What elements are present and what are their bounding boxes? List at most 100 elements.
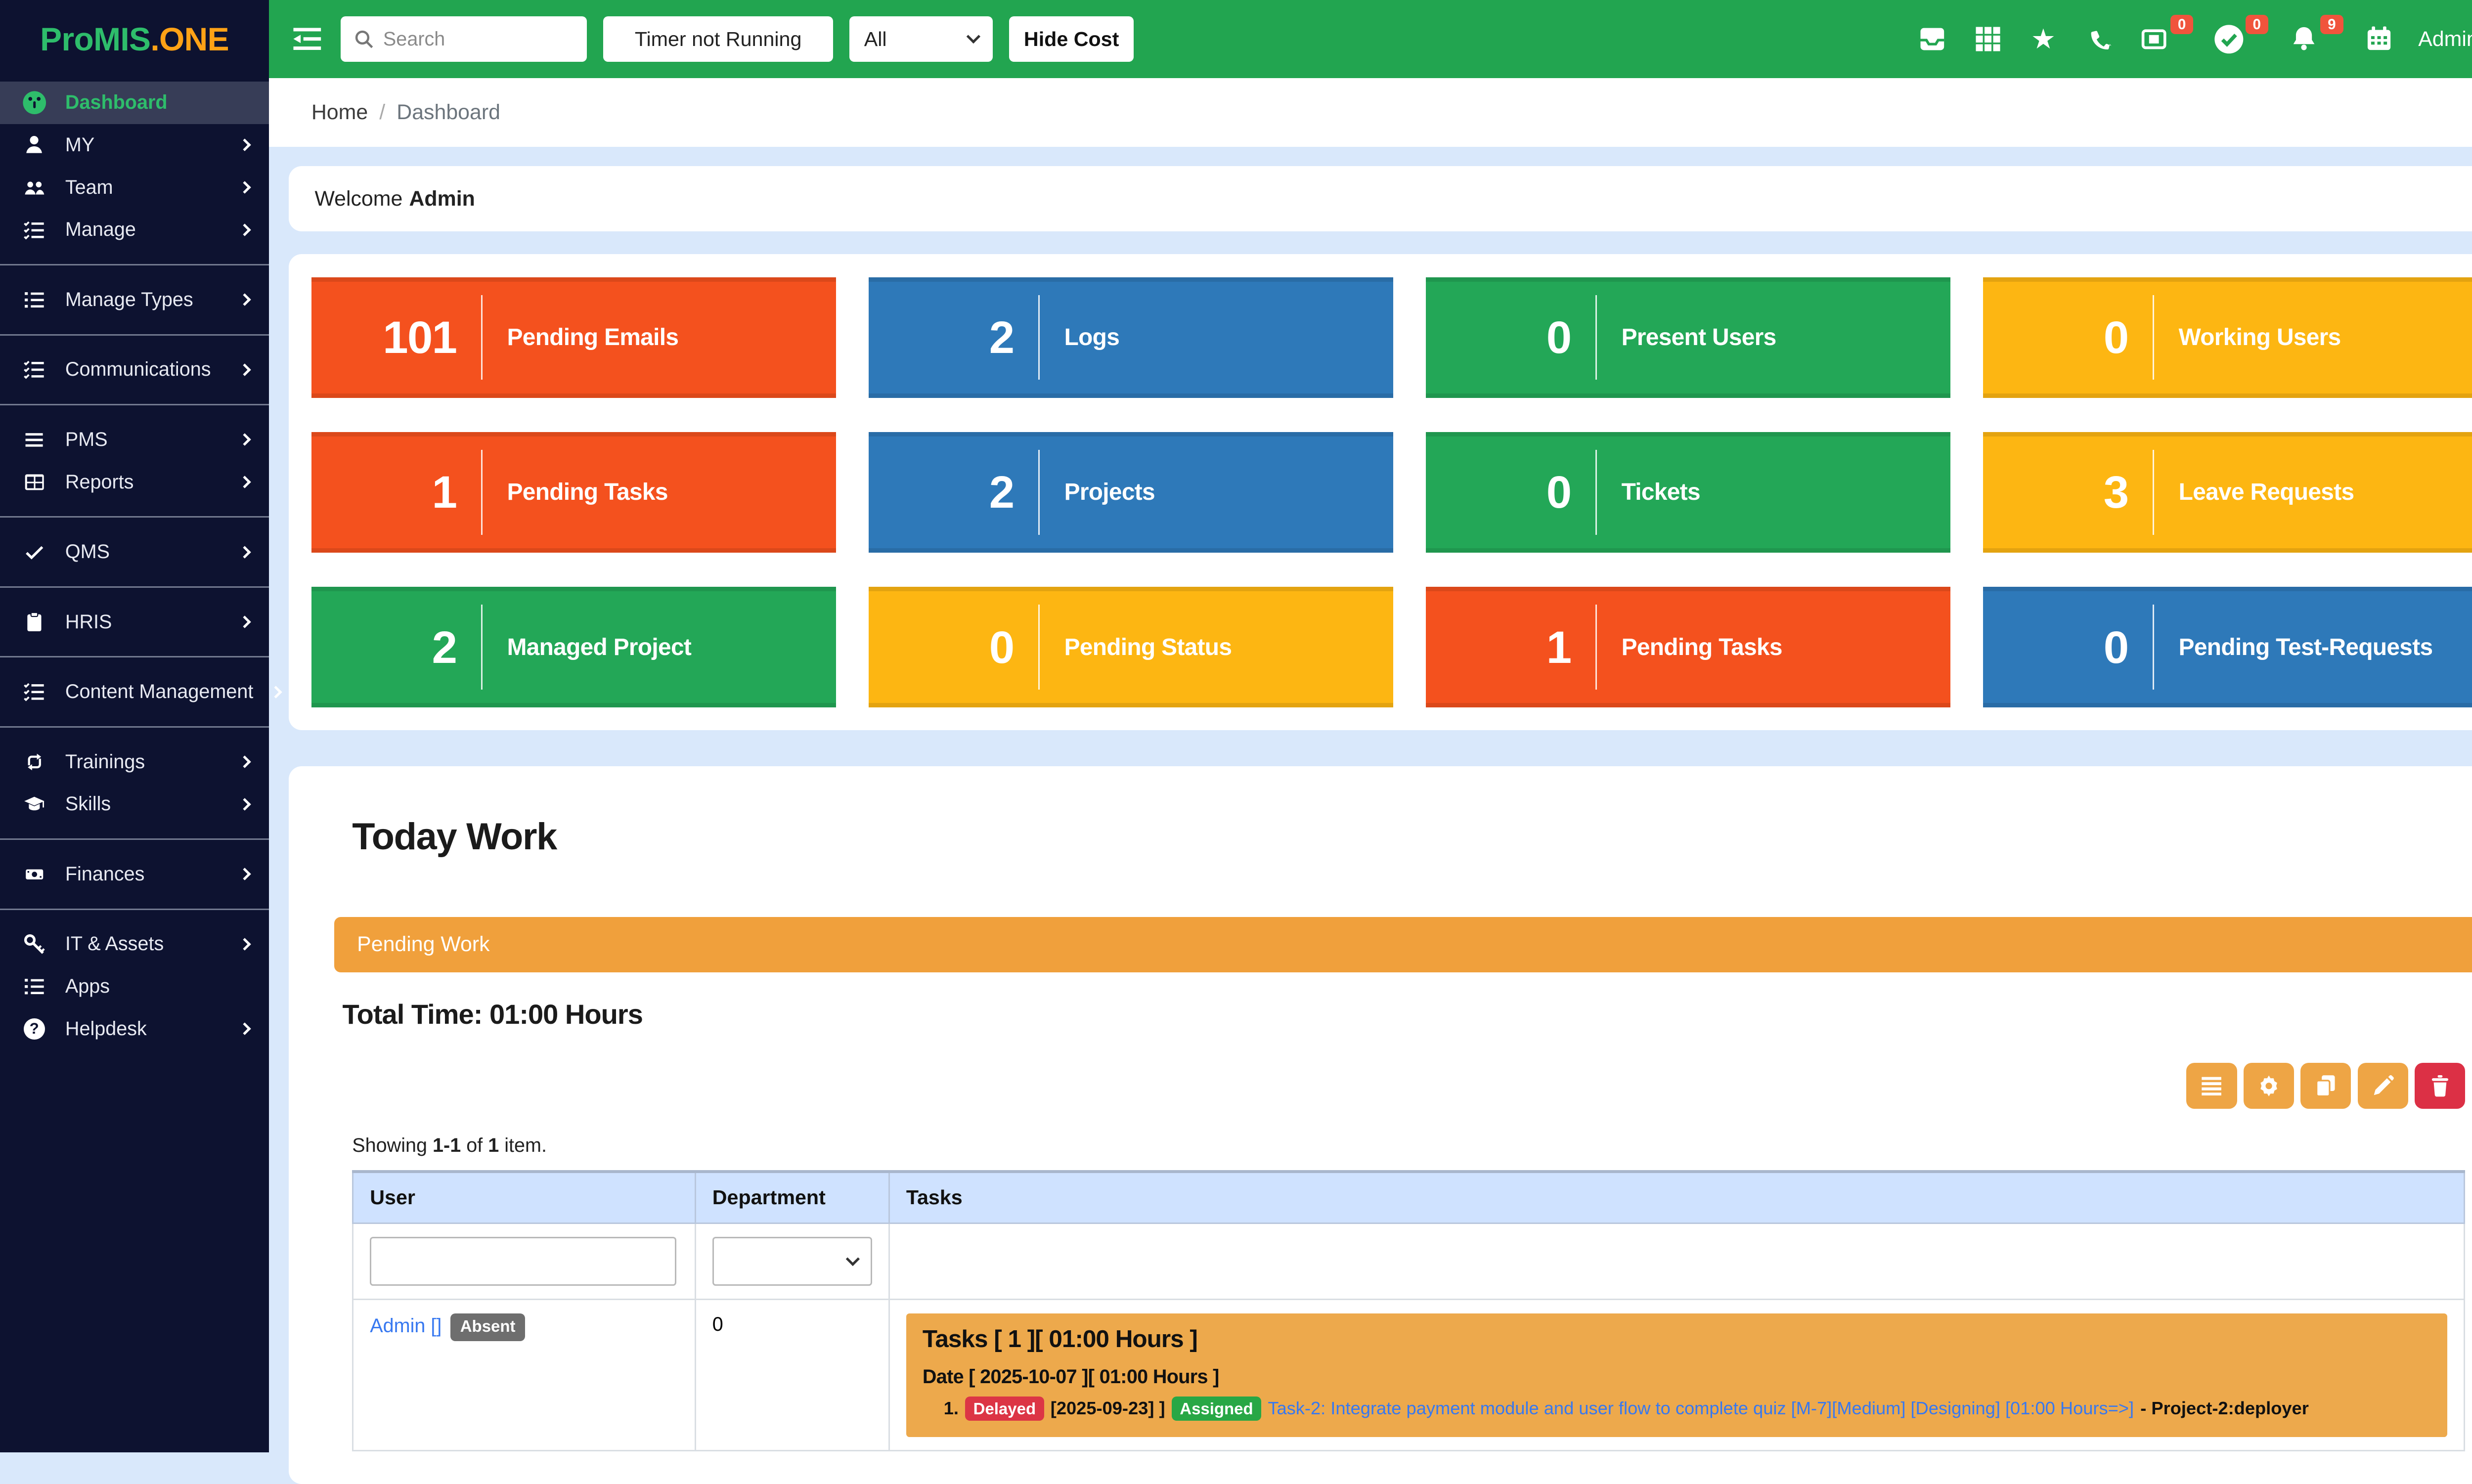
stat-card-pending-tasks[interactable]: 1Pending Tasks	[311, 432, 836, 553]
stat-card-managed-project[interactable]: 2Managed Project	[311, 587, 836, 707]
sidebar-item-dashboard[interactable]: Dashboard	[0, 82, 269, 124]
stat-card-leave-requests[interactable]: 3Leave Requests	[1983, 432, 2472, 553]
list-button[interactable]	[2186, 1063, 2237, 1108]
top-bar-icons: ★ 0 0 9 Admin	[1916, 23, 2472, 55]
sidebar-item-label: Dashboard	[65, 91, 168, 114]
stat-value: 1	[1426, 621, 1595, 674]
stat-label: Pending Test-Requests	[2154, 634, 2432, 661]
card-icon[interactable]: 0	[2138, 23, 2170, 55]
summary-range: 1-1	[433, 1135, 461, 1156]
stat-card-tickets[interactable]: 0Tickets	[1426, 432, 1950, 553]
delete-button[interactable]	[2415, 1063, 2465, 1108]
sidebar-item-label: Finances	[65, 863, 145, 885]
copy-button[interactable]	[2300, 1063, 2351, 1108]
stat-label: Leave Requests	[2154, 479, 2354, 506]
stat-card-logs[interactable]: 2Logs	[869, 277, 1393, 398]
department-filter-select[interactable]	[712, 1237, 872, 1286]
tasks-cell-block: Tasks [ 1 ][ 01:00 Hours ] Date [ 2025-1…	[906, 1313, 2447, 1437]
check-circle-icon[interactable]: 0	[2213, 23, 2246, 55]
star-icon[interactable]: ★	[2027, 23, 2060, 55]
top-bar-main: Timer not Running All Hide Cost ★ 0	[269, 0, 2472, 78]
today-work-table: User Department Tasks Admin []	[352, 1170, 2465, 1452]
column-header-user[interactable]: User	[353, 1172, 696, 1223]
tasks-date-line: Date [ 2025-10-07 ][ 01:00 Hours ]	[923, 1366, 2431, 1388]
list-icon	[21, 976, 47, 997]
status-badge-assigned: Assigned	[1172, 1397, 1261, 1421]
sidebar-item-skills[interactable]: Skills	[0, 783, 269, 826]
stat-card-pending-test-requests[interactable]: 0Pending Test-Requests	[1983, 587, 2472, 707]
tasks-icon	[21, 219, 47, 241]
task-item: 1. Delayed [2025-09-23] ] Assigned Task-…	[923, 1397, 2431, 1421]
phone-icon[interactable]	[2082, 23, 2115, 55]
bell-badge: 9	[2320, 15, 2343, 35]
department-cell: 0	[695, 1300, 889, 1451]
sidebar-item-my[interactable]: MY	[0, 124, 269, 167]
column-header-department[interactable]: Department	[695, 1172, 889, 1223]
logo-part-2: .ONE	[150, 20, 229, 58]
pending-work-banner[interactable]: Pending Work	[334, 917, 2472, 972]
sidebar-group: HRIS	[0, 588, 269, 657]
stat-card-present-users[interactable]: 0Present Users	[1426, 277, 1950, 398]
sidebar-item-pms[interactable]: PMS	[0, 419, 269, 461]
sidebar-item-content-management[interactable]: Content Management	[0, 671, 269, 713]
timer-status-label: Timer not Running	[635, 28, 802, 51]
sidebar-item-qms[interactable]: QMS	[0, 531, 269, 573]
stat-value: 0	[1983, 621, 2153, 674]
sidebar-item-team[interactable]: Team	[0, 166, 269, 209]
sidebar-toggle-icon[interactable]	[292, 26, 324, 52]
sidebar-item-reports[interactable]: Reports	[0, 461, 269, 503]
sidebar-item-manage[interactable]: Manage	[0, 209, 269, 251]
sidebar-item-trainings[interactable]: Trainings	[0, 741, 269, 783]
stat-card-pending-emails[interactable]: 101Pending Emails	[311, 277, 836, 398]
chevron-right-icon	[239, 139, 252, 152]
user-filter-input[interactable]	[370, 1237, 676, 1286]
breadcrumb-current: Dashboard	[397, 100, 500, 125]
stat-label: Present Users	[1597, 324, 1776, 351]
hide-cost-button[interactable]: Hide Cost	[1009, 16, 1134, 62]
bell-icon[interactable]: 9	[2288, 23, 2320, 55]
sidebar-item-helpdesk[interactable]: ? Helpdesk	[0, 1007, 269, 1050]
search-input[interactable]	[383, 28, 574, 50]
edit-button[interactable]	[2358, 1063, 2408, 1108]
sidebar-group: Content Management	[0, 657, 269, 727]
chevron-down-icon	[846, 1252, 860, 1266]
user-menu[interactable]: Admin	[2418, 27, 2472, 51]
stat-card-pending-tasks-2[interactable]: 1Pending Tasks	[1426, 587, 1950, 707]
sidebar-item-it-assets[interactable]: IT & Assets	[0, 923, 269, 965]
user-link[interactable]: Admin []	[370, 1314, 441, 1336]
timer-status[interactable]: Timer not Running	[603, 16, 833, 62]
sidebar-item-finances[interactable]: Finances	[0, 853, 269, 895]
column-header-tasks[interactable]: Tasks	[889, 1172, 2464, 1223]
stat-card-projects[interactable]: 2Projects	[869, 432, 1393, 553]
question-circle-icon: ?	[21, 1018, 47, 1040]
stats-panel: 101Pending Emails 2Logs 0Present Users 0…	[289, 254, 2472, 730]
chevron-right-icon	[239, 476, 252, 488]
clipboard-icon	[21, 611, 47, 633]
scope-select[interactable]: All	[849, 16, 993, 62]
task-link[interactable]: Task-2: Integrate payment module and use…	[1268, 1398, 2134, 1419]
stat-card-pending-status[interactable]: 0Pending Status	[869, 587, 1393, 707]
stat-card-working-users[interactable]: 0Working Users	[1983, 277, 2472, 398]
bars-icon	[21, 430, 47, 450]
app-logo[interactable]: ProMIS.ONE	[0, 0, 269, 78]
summary-count: 1	[488, 1135, 499, 1156]
summary-prefix: Showing	[352, 1135, 427, 1156]
stat-label: Projects	[1040, 479, 1155, 506]
stat-value: 2	[311, 621, 481, 674]
check-badge: 0	[2246, 15, 2268, 35]
inbox-icon[interactable]	[1916, 23, 1949, 55]
grid-icon[interactable]	[1972, 23, 2004, 55]
sidebar-item-communications[interactable]: Communications	[0, 349, 269, 391]
sidebar-item-hris[interactable]: HRIS	[0, 601, 269, 643]
breadcrumb-home-link[interactable]: Home	[311, 100, 368, 125]
sidebar-group: Manage Types	[0, 265, 269, 335]
card-badge: 0	[2170, 15, 2193, 35]
chevron-right-icon	[239, 798, 252, 811]
settings-button[interactable]	[2244, 1063, 2294, 1108]
stat-value: 0	[1426, 466, 1595, 519]
sidebar-item-label: MY	[65, 134, 94, 156]
sidebar-item-apps[interactable]: Apps	[0, 965, 269, 1008]
sidebar-item-manage-types[interactable]: Manage Types	[0, 279, 269, 321]
stat-label: Tickets	[1597, 479, 1700, 506]
calendar-icon[interactable]	[2363, 23, 2395, 55]
